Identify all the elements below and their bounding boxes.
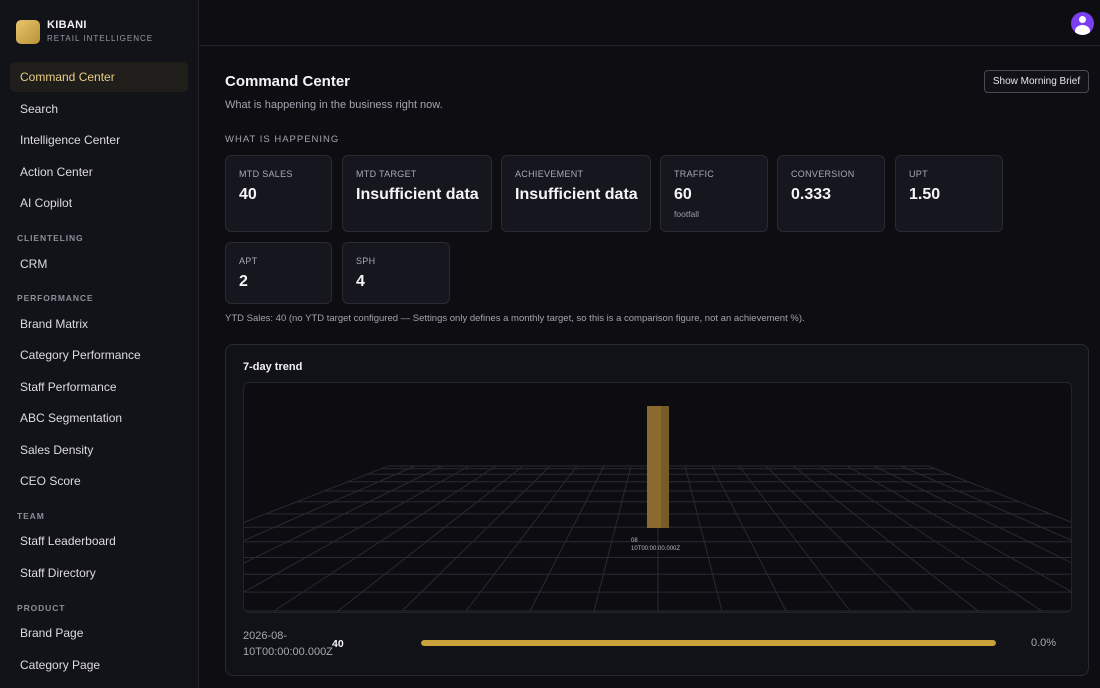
chart-grid-line <box>529 465 605 612</box>
chart-grid-line <box>684 465 723 612</box>
chart-grid-line <box>244 465 443 564</box>
kpi-value: 1.50 <box>909 186 941 203</box>
sidebar-item-ai-copilot[interactable]: AI Copilot <box>10 188 188 218</box>
sidebar: KIBANI RETAIL INTELLIGENCE Command Cente… <box>0 0 199 688</box>
sidebar-item-staff-performance[interactable]: Staff Performance <box>10 372 188 402</box>
kpi-card-mtd-sales[interactable]: MTD SALES 40 <box>225 155 332 232</box>
trend-row-date: 2026-08-10T00:00:00.000Z <box>243 630 333 658</box>
sidebar-item-ceo-score[interactable]: CEO Score <box>10 466 188 496</box>
trend-row-percent: 0.0% <box>1031 637 1057 649</box>
kpi-label: TRAFFIC <box>674 169 715 179</box>
kpi-card-conversion[interactable]: CONVERSION 0.333 <box>777 155 885 232</box>
brand-subtitle: RETAIL INTELLIGENCE <box>47 34 154 43</box>
sidebar-item-search[interactable]: Search <box>10 94 188 124</box>
sidebar-item-command-center[interactable]: Command Center <box>10 62 188 92</box>
kpi-value: 40 <box>239 186 257 203</box>
kpi-label: MTD SALES <box>239 169 293 179</box>
kpi-card-mtd-target[interactable]: MTD TARGET Insufficient data <box>342 155 492 232</box>
kpi-value: 4 <box>356 273 365 290</box>
chart-grid-line <box>738 465 851 612</box>
kpi-note: footfall <box>674 209 700 219</box>
chart-grid-line <box>244 465 470 593</box>
chart-category-label: 08 <box>631 538 638 544</box>
top-bar <box>199 0 1100 46</box>
brand-logo-icon <box>16 19 40 44</box>
kpi-value: Insufficient data <box>515 186 638 203</box>
ytd-sales-note: YTD Sales: 40 (no YTD target configured … <box>225 313 805 324</box>
kpi-card-upt[interactable]: UPT 1.50 <box>895 155 1003 232</box>
brand-name: KIBANI <box>47 19 87 31</box>
kpi-card-apt[interactable]: APT 2 <box>225 242 332 304</box>
chart-grid-line <box>846 465 1071 592</box>
kpi-label: MTD TARGET <box>356 169 417 179</box>
sidebar-item-sales-density[interactable]: Sales Density <box>10 435 188 465</box>
kpi-value: Insufficient data <box>356 186 479 203</box>
sidebar-item-staff-leaderboard[interactable]: Staff Leaderboard <box>10 526 188 556</box>
kpi-label: UPT <box>909 169 928 179</box>
user-avatar-icon[interactable] <box>1071 12 1094 35</box>
kpi-label: APT <box>239 256 258 266</box>
show-morning-brief-button[interactable]: Show Morning Brief <box>984 70 1089 93</box>
sidebar-item-brand-matrix[interactable]: Brand Matrix <box>10 309 188 339</box>
sidebar-item-action-center[interactable]: Action Center <box>10 157 188 187</box>
chart-grid-line <box>819 465 1043 612</box>
kpi-label: ACHIEVEMENT <box>515 169 584 179</box>
kpi-card-traffic[interactable]: TRAFFIC 60 footfall <box>660 155 768 232</box>
chart-category-label: 10T00:00:00.000Z <box>631 546 680 552</box>
sidebar-section-clienteling: CLIENTELING <box>17 233 84 243</box>
sidebar-item-category-performance[interactable]: Category Performance <box>10 340 188 370</box>
kpi-label: CONVERSION <box>791 169 855 179</box>
chart-grid-line <box>873 465 1071 564</box>
sidebar-item-category-page[interactable]: Category Page <box>10 650 188 680</box>
kpi-value: 0.333 <box>791 186 832 203</box>
chart-grid-line <box>401 465 551 612</box>
sidebar-section-performance: PERFORMANCE <box>17 293 94 303</box>
sidebar-item-crm[interactable]: CRM <box>10 249 188 279</box>
chart-grid-line <box>900 465 1071 541</box>
trend-panel: 7-day trend 08 10T00:00:00.000Z 2026-08-1… <box>225 344 1089 676</box>
chart-grid-line <box>593 465 632 612</box>
kpi-value: 60 <box>674 186 692 203</box>
kpi-card-sph[interactable]: SPH 4 <box>342 242 450 304</box>
chart-grid-line <box>244 465 416 542</box>
chart-grid-line <box>711 465 787 612</box>
page-title: Command Center <box>225 73 351 90</box>
brand[interactable]: KIBANI RETAIL INTELLIGENCE <box>16 19 153 44</box>
trend-row-progress <box>421 640 996 646</box>
trend-title: 7-day trend <box>243 361 303 373</box>
chart-bar-side <box>661 406 669 528</box>
trend-chart-svg: 08 10T00:00:00.000Z <box>244 406 1071 612</box>
kpi-label: SPH <box>356 256 376 266</box>
kpi-card-achievement[interactable]: ACHIEVEMENT Insufficient data <box>501 155 651 232</box>
kpi-value: 2 <box>239 273 248 290</box>
section-label-what-is-happening: WHAT IS HAPPENING <box>225 134 340 145</box>
sidebar-section-team: TEAM <box>17 511 45 521</box>
sidebar-item-intelligence-center[interactable]: Intelligence Center <box>10 125 188 155</box>
trend-row-value: 40 <box>332 638 344 650</box>
sidebar-item-abc-segmentation[interactable]: ABC Segmentation <box>10 403 188 433</box>
chart-grid-line <box>765 465 915 612</box>
sidebar-section-product: PRODUCT <box>17 603 66 613</box>
sidebar-item-staff-directory[interactable]: Staff Directory <box>10 558 188 588</box>
chart-grid-line <box>273 465 497 612</box>
sidebar-item-brand-page[interactable]: Brand Page <box>10 618 188 648</box>
trend-row-progress-fill <box>421 640 996 646</box>
trend-chart[interactable]: 08 10T00:00:00.000Z <box>243 382 1072 613</box>
chart-grid-line <box>465 465 578 612</box>
page-subtitle: What is happening in the business right … <box>225 99 443 111</box>
